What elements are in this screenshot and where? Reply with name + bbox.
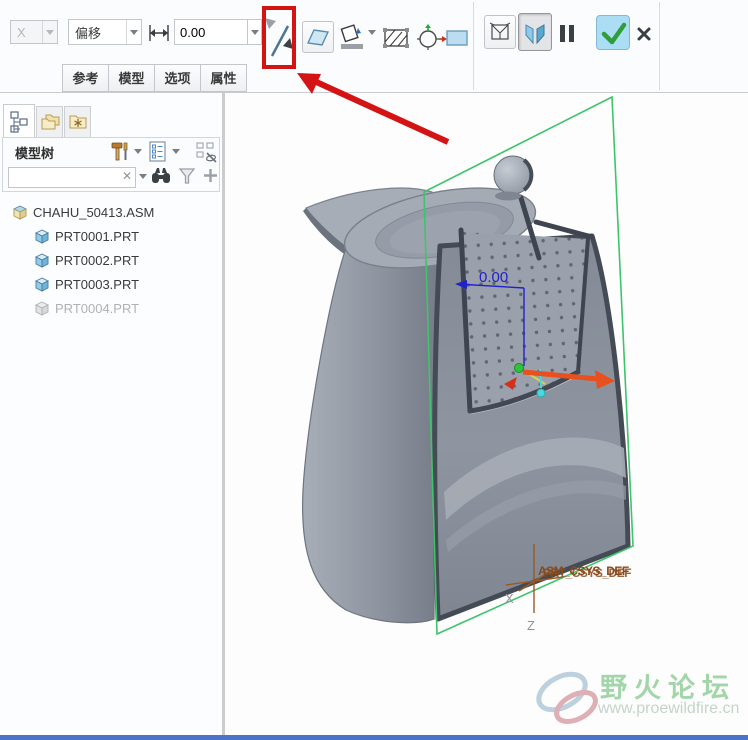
ribbon-tab-bar: 参考 模型 选项 属性 <box>62 64 247 92</box>
paint-bucket-icon <box>340 24 363 49</box>
tab-favorites[interactable] <box>64 106 91 138</box>
part-suppressed-icon <box>34 301 50 316</box>
pause-icon <box>560 25 565 42</box>
folder-stack-icon <box>41 114 59 129</box>
datum-csys-icon[interactable] <box>414 24 448 52</box>
close-icon <box>637 27 651 41</box>
3d-viewport[interactable] <box>225 93 748 735</box>
assembly-label: CHAHU_50413.ASM <box>33 204 155 220</box>
tree-row-part-suppressed[interactable]: PRT0004.PRT <box>34 296 139 320</box>
toolbar-separator <box>659 2 660 90</box>
tree-row-part[interactable]: PRT0002.PRT <box>34 248 139 272</box>
tab-options[interactable]: 选项 <box>154 64 201 92</box>
list-settings-icon <box>149 141 166 162</box>
axis-dropdown[interactable]: X <box>10 20 58 44</box>
chevron-down-icon <box>248 20 261 44</box>
capped-section-cube-icon <box>489 22 511 40</box>
dashboard-toolbar: X 偏移 0.00 参考 模型 选项 属性 <box>0 0 748 93</box>
assembly-icon <box>12 205 28 220</box>
funnel-icon <box>178 168 196 184</box>
bottom-border-bar <box>0 735 748 740</box>
tree-display-dropdown[interactable] <box>172 149 180 154</box>
display-rectangle-icon[interactable] <box>446 30 468 46</box>
tree-toolbar: 模型树 ✕ <box>2 137 220 192</box>
part-label: PRT0004.PRT <box>55 300 140 316</box>
section-preview-button[interactable] <box>302 21 334 53</box>
check-icon <box>601 22 627 44</box>
flip-direction-button[interactable] <box>266 14 292 62</box>
model-tree-panel: 模型树 ✕ CHAHU_50413.ASM PRT0001.PRT PRT000… <box>0 93 222 740</box>
tree-row-part[interactable]: PRT0003.PRT <box>34 272 139 296</box>
tools-icon <box>111 142 128 161</box>
chevron-down-icon <box>42 21 57 43</box>
section-plane-icon <box>306 29 330 46</box>
folded-ribbon-icon <box>525 24 545 45</box>
axis-dropdown-value: X <box>17 24 26 40</box>
part-icon <box>34 253 50 268</box>
pause-button[interactable] <box>560 25 576 42</box>
fill-color-button[interactable] <box>338 22 366 52</box>
capped-section-toggle[interactable] <box>484 15 516 49</box>
part-label: PRT0001.PRT <box>55 228 140 244</box>
search-dropdown[interactable] <box>139 174 147 179</box>
toolbar-separator <box>473 2 474 90</box>
tree-tools-button[interactable] <box>109 141 131 163</box>
tab-references[interactable]: 参考 <box>62 64 109 92</box>
tree-search-input[interactable] <box>8 167 136 188</box>
clear-search-icon[interactable]: ✕ <box>122 169 132 183</box>
filter-button[interactable] <box>178 167 196 185</box>
tree-hide-icon <box>196 142 217 163</box>
offset-distance-icon <box>146 21 172 45</box>
offset-type-value: 偏移 <box>75 25 102 41</box>
ok-button[interactable] <box>596 15 630 50</box>
binoculars-icon <box>152 168 170 183</box>
flip-material-side-toggle[interactable] <box>518 13 552 51</box>
chevron-down-icon <box>126 20 141 44</box>
offset-value-dropdown[interactable] <box>248 19 262 45</box>
tab-model[interactable]: 模型 <box>108 64 155 92</box>
part-icon <box>34 277 50 292</box>
tree-row-assembly[interactable]: CHAHU_50413.ASM <box>12 200 154 224</box>
tab-model-tree[interactable] <box>3 104 35 138</box>
offset-type-dropdown[interactable]: 偏移 <box>68 19 142 45</box>
tree-tools-dropdown[interactable] <box>134 149 142 154</box>
cancel-button[interactable] <box>634 24 654 44</box>
part-label: PRT0002.PRT <box>55 252 140 268</box>
folder-asterisk-icon <box>69 115 86 129</box>
add-filter-button[interactable] <box>203 168 218 183</box>
part-label: PRT0003.PRT <box>55 276 140 292</box>
hatch-pattern-icon[interactable] <box>382 27 410 49</box>
model-tree-icon <box>10 110 28 133</box>
part-icon <box>34 229 50 244</box>
panel-title: 模型树 <box>15 146 55 161</box>
app-window: X 偏移 0.00 参考 模型 选项 属性 模型树 ✕ CHAHU_50413.… <box>0 0 748 740</box>
tree-row-part[interactable]: PRT0001.PRT <box>34 224 139 248</box>
watermark-site-url: www.proewildfire.cn <box>598 700 740 717</box>
tree-display-button[interactable] <box>149 141 167 163</box>
tab-layer-tree[interactable] <box>36 106 63 138</box>
plus-icon <box>204 169 217 182</box>
tab-properties[interactable]: 属性 <box>200 64 247 92</box>
hide-tree-items-button[interactable] <box>195 141 219 165</box>
find-button[interactable] <box>151 166 171 186</box>
offset-value-input[interactable] <box>174 19 248 45</box>
fill-color-dropdown[interactable] <box>368 30 376 35</box>
